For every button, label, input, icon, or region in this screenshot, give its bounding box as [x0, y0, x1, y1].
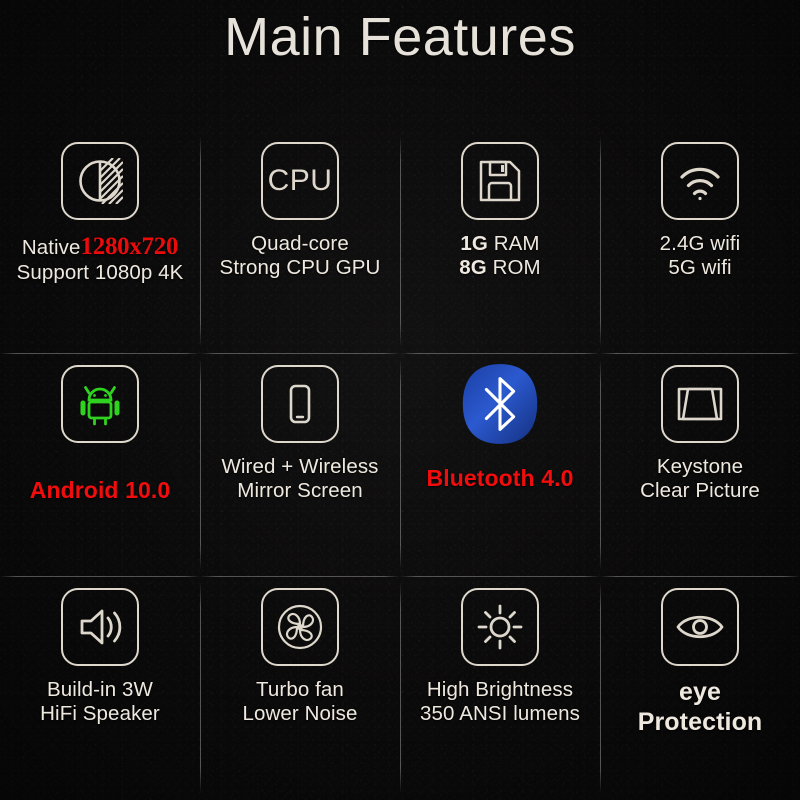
- caption-line-1: Build-in 3W: [47, 678, 153, 701]
- caption-line-1: 2.4G wifi: [659, 232, 741, 255]
- feature-caption: eye Protection: [638, 678, 763, 737]
- brightness-sun-icon: [461, 588, 539, 666]
- android-robot-icon: [61, 365, 139, 443]
- fan-icon: [261, 588, 339, 666]
- caption-rom-label: ROM: [492, 255, 541, 279]
- caption-line-1: Wired + Wireless: [221, 455, 379, 478]
- feature-caption: 2.4G wifi 5G wifi: [660, 232, 741, 280]
- feature-poster: Main Features Native1280x720 Support 108…: [0, 0, 800, 800]
- feature-cell-bluetooth: Bluetooth 4.0: [400, 353, 600, 576]
- feature-caption: Quad-core Strong CPU GPU: [220, 232, 381, 280]
- speaker-icon: [61, 588, 139, 666]
- caption-line-1: eye: [678, 678, 721, 706]
- feature-cell-memory: 1G RAM 8G ROM: [400, 130, 600, 353]
- bluetooth-icon: [461, 364, 539, 444]
- feature-caption: Android 10.0: [30, 477, 171, 504]
- feature-cell-cpu: CPU Quad-core Strong CPU GPU: [200, 130, 400, 353]
- feature-cell-eye-protection: eye Protection: [600, 576, 800, 799]
- caption-line-1: Keystone: [656, 455, 744, 478]
- feature-cell-keystone: Keystone Clear Picture: [600, 353, 800, 576]
- caption-line-2: Clear Picture: [640, 478, 760, 502]
- caption-line-2: 350 ANSI lumens: [420, 701, 580, 725]
- feature-cell-speaker: Build-in 3W HiFi Speaker: [0, 576, 200, 799]
- caption-line-2: 5G wifi: [668, 255, 732, 279]
- caption-line-1: Bluetooth 4.0: [426, 465, 574, 491]
- feature-caption: Build-in 3W HiFi Speaker: [40, 678, 160, 726]
- caption-line-1: High Brightness: [426, 678, 574, 701]
- caption-ram-size: 1G: [460, 232, 488, 255]
- caption-prefix: Native: [21, 236, 81, 259]
- caption-ram-label: RAM: [493, 232, 540, 255]
- cpu-icon: CPU: [261, 142, 339, 220]
- feature-caption: Wired + Wireless Mirror Screen: [221, 455, 378, 503]
- caption-line-2: Protection: [637, 707, 763, 736]
- feature-caption: Turbo fan Lower Noise: [242, 678, 357, 726]
- caption-line-2: HiFi Speaker: [40, 701, 160, 725]
- features-grid: Native1280x720 Support 1080p 4K CPU Quad…: [0, 130, 800, 800]
- caption-rom-size: 8G: [459, 255, 487, 279]
- caption-accent-resolution: 1280x720: [80, 233, 179, 260]
- caption-line-1: Android 10.0: [29, 477, 171, 503]
- caption-line-2: Strong CPU GPU: [219, 255, 381, 279]
- page-title: Main Features: [224, 7, 576, 67]
- feature-caption: Bluetooth 4.0: [427, 465, 574, 492]
- feature-caption: Native1280x720 Support 1080p 4K: [17, 232, 184, 285]
- caption-line-2: Lower Noise: [242, 701, 358, 725]
- contrast-resolution-icon: [61, 142, 139, 220]
- caption-line-1: Quad-core: [251, 232, 349, 255]
- feature-cell-wifi: 2.4G wifi 5G wifi: [600, 130, 800, 353]
- keystone-trapezoid-icon: [661, 365, 739, 443]
- feature-caption: High Brightness 350 ANSI lumens: [420, 678, 580, 726]
- cpu-icon-label: CPU: [267, 164, 333, 197]
- caption-line-2: Mirror Screen: [237, 478, 363, 502]
- feature-cell-native-resolution: Native1280x720 Support 1080p 4K: [0, 130, 200, 353]
- caption-line-1: 1G RAM: [459, 232, 540, 256]
- feature-cell-android: Android 10.0: [0, 353, 200, 576]
- wifi-icon: [661, 142, 739, 220]
- feature-caption: 1G RAM 8G ROM: [459, 232, 540, 280]
- floppy-disk-icon: [461, 142, 539, 220]
- caption-line-1: Native1280x720: [17, 232, 184, 261]
- feature-cell-mirror-screen: Wired + Wireless Mirror Screen: [200, 353, 400, 576]
- feature-caption: Keystone Clear Picture: [640, 455, 760, 503]
- smartphone-icon: [261, 365, 339, 443]
- feature-cell-brightness: High Brightness 350 ANSI lumens: [400, 576, 600, 799]
- feature-cell-fan: Turbo fan Lower Noise: [200, 576, 400, 799]
- caption-line-2: 8G ROM: [459, 256, 540, 280]
- caption-line-2: Support 1080p 4K: [16, 261, 184, 284]
- eye-icon: [661, 588, 739, 666]
- caption-line-1: Turbo fan: [256, 678, 344, 701]
